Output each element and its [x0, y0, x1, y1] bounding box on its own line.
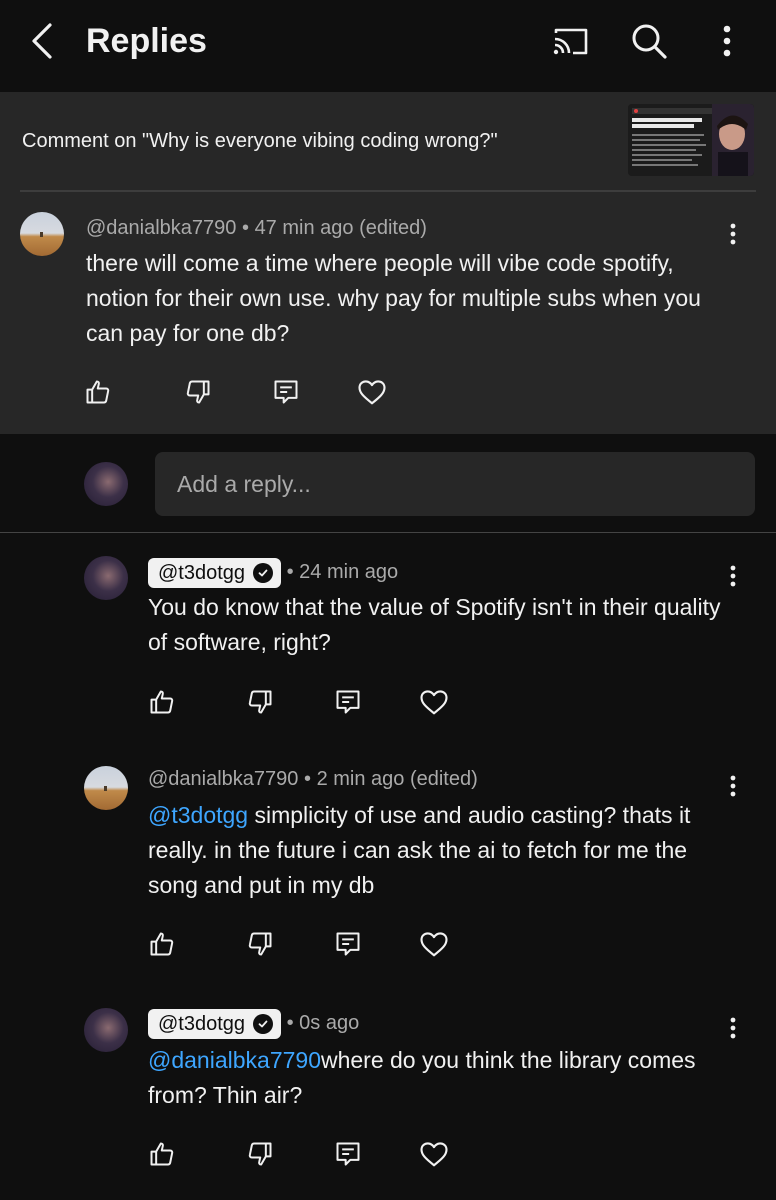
- reply-button[interactable]: [328, 1134, 368, 1174]
- meta-separator: •: [286, 561, 294, 583]
- like-button[interactable]: [142, 682, 182, 722]
- heart-icon: [420, 932, 448, 957]
- timestamp: 2 min ago (edited): [316, 768, 478, 790]
- avatar[interactable]: [84, 766, 128, 810]
- video-title: Comment on "Why is everyone vibing codin…: [22, 130, 498, 152]
- author-badge[interactable]: @t3dotgg: [148, 1008, 282, 1039]
- divider: [0, 532, 776, 533]
- comment-text: there will come a time where people will…: [86, 250, 701, 346]
- thumbs-down-icon: [186, 380, 210, 404]
- verified-check-icon: [253, 562, 274, 583]
- comment-menu-button[interactable]: [718, 214, 748, 254]
- dislike-button[interactable]: [178, 372, 218, 412]
- heart-button[interactable]: [414, 924, 454, 964]
- video-context-row[interactable]: Comment on "Why is everyone vibing codin…: [0, 92, 776, 190]
- author-badge[interactable]: @t3dotgg: [148, 557, 282, 588]
- current-user-avatar[interactable]: [84, 462, 128, 506]
- heart-button[interactable]: [414, 682, 454, 722]
- comment-icon: [336, 1142, 360, 1166]
- mention-link[interactable]: @danialbka7790: [148, 1047, 321, 1073]
- reply-button[interactable]: [328, 924, 368, 964]
- more-vertical-icon: [730, 565, 736, 587]
- dislike-button[interactable]: [240, 924, 280, 964]
- thumbs-up-icon: [150, 932, 174, 956]
- thumbs-up-icon: [150, 690, 174, 714]
- comment-meta: @t3dotgg • 0s ago: [148, 1008, 359, 1039]
- author-handle[interactable]: @danialbka7790: [86, 217, 236, 239]
- search-button[interactable]: [626, 18, 672, 64]
- meta-separator: •: [286, 1012, 294, 1034]
- comment-meta: @danialbka7790 • 47 min ago (edited): [86, 215, 427, 241]
- search-icon: [632, 24, 667, 59]
- author-handle: @t3dotgg: [158, 1012, 246, 1035]
- comment-meta: @danialbka7790 • 2 min ago (edited): [148, 766, 478, 792]
- top-app-bar: Replies: [0, 0, 776, 92]
- comment-icon: [274, 380, 298, 404]
- heart-icon: [358, 380, 386, 405]
- comment-icon: [336, 690, 360, 714]
- comment-text: @t3dotgg simplicity of use and audio cas…: [148, 798, 738, 903]
- heart-icon: [420, 1142, 448, 1167]
- divider: [20, 190, 756, 192]
- more-vertical-icon: [730, 1017, 736, 1039]
- author-handle[interactable]: @danialbka7790: [148, 768, 298, 790]
- more-vertical-icon: [723, 25, 731, 57]
- back-button[interactable]: [22, 18, 62, 64]
- dislike-button[interactable]: [240, 682, 280, 722]
- thumbs-down-icon: [248, 1142, 272, 1166]
- cast-icon: [553, 28, 588, 55]
- timestamp: 0s ago: [299, 1012, 360, 1034]
- more-vertical-icon: [730, 223, 736, 245]
- avatar[interactable]: [84, 556, 128, 600]
- chevron-left-icon: [32, 23, 52, 59]
- like-button[interactable]: [78, 372, 118, 412]
- page-title: Replies: [86, 22, 207, 60]
- reply-input[interactable]: Add a reply...: [155, 452, 755, 516]
- avatar[interactable]: [20, 212, 64, 256]
- meta-separator: •: [303, 768, 311, 790]
- comment-text: @danialbka7790where do you think the lib…: [148, 1043, 738, 1113]
- more-vertical-icon: [730, 775, 736, 797]
- verified-check-icon: [253, 1013, 274, 1034]
- heart-icon: [420, 690, 448, 715]
- parent-comment-panel: Comment on "Why is everyone vibing codin…: [0, 92, 776, 434]
- comment-icon: [336, 932, 360, 956]
- reply-button[interactable]: [266, 372, 306, 412]
- comment-meta: @t3dotgg • 24 min ago: [148, 557, 398, 588]
- thumbs-down-icon: [248, 932, 272, 956]
- meta-separator: •: [241, 217, 249, 239]
- more-options-button[interactable]: [704, 18, 750, 64]
- thumbs-down-icon: [248, 690, 272, 714]
- thumbs-up-icon: [150, 1142, 174, 1166]
- reply-button[interactable]: [328, 682, 368, 722]
- author-handle: @t3dotgg: [158, 561, 246, 584]
- comment-menu-button[interactable]: [718, 1008, 748, 1048]
- like-button[interactable]: [142, 1134, 182, 1174]
- avatar[interactable]: [84, 1008, 128, 1052]
- timestamp: 24 min ago: [299, 561, 399, 583]
- like-button[interactable]: [142, 924, 182, 964]
- comment-text: You do know that the value of Spotify is…: [148, 594, 721, 655]
- heart-button[interactable]: [352, 372, 392, 412]
- timestamp: 47 min ago (edited): [254, 217, 427, 239]
- mention-link[interactable]: @t3dotgg: [148, 802, 248, 828]
- heart-button[interactable]: [414, 1134, 454, 1174]
- dislike-button[interactable]: [240, 1134, 280, 1174]
- cast-button[interactable]: [548, 18, 594, 64]
- video-thumbnail[interactable]: [628, 104, 754, 176]
- thumbs-up-icon: [86, 380, 110, 404]
